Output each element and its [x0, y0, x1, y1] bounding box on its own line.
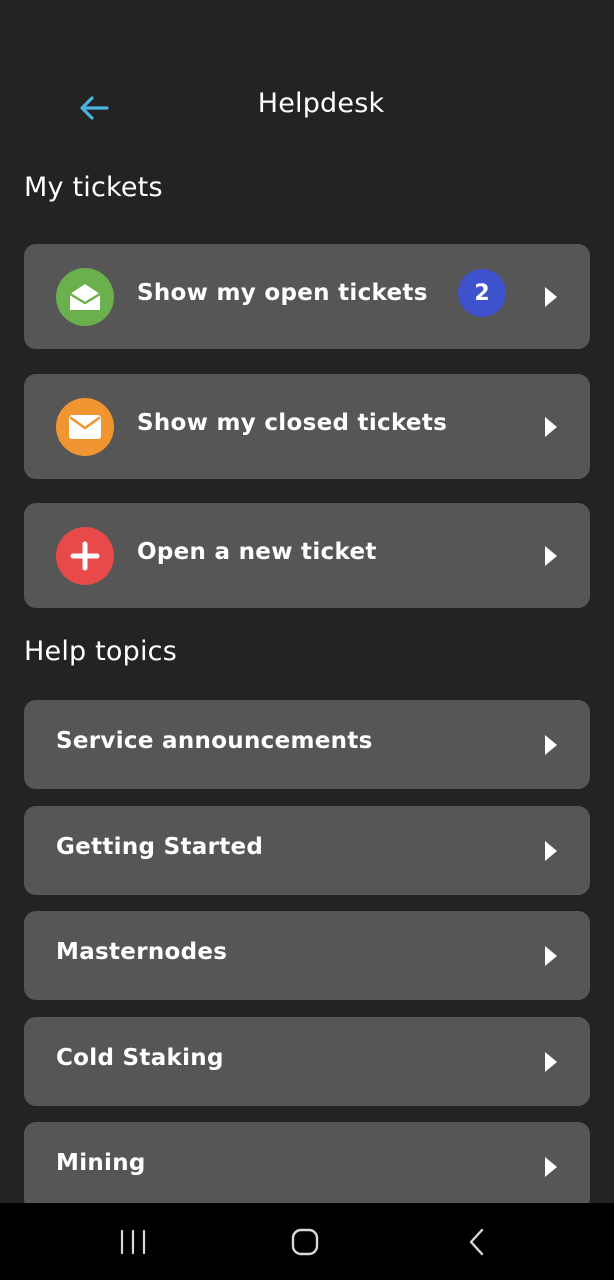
envelope-open-icon: [56, 268, 114, 326]
topic-service-announcements[interactable]: Service announcements: [24, 700, 590, 789]
topic-mining[interactable]: Mining: [24, 1122, 590, 1211]
new-ticket-button[interactable]: Open a new ticket: [24, 503, 590, 608]
open-tickets-count-badge: 2: [458, 269, 506, 317]
closed-tickets-button[interactable]: Show my closed tickets: [24, 374, 590, 479]
chevron-right-icon: [545, 546, 557, 566]
recent-apps-button[interactable]: [103, 1217, 163, 1267]
chevron-right-icon: [545, 946, 557, 966]
topic-label: Getting Started: [56, 834, 264, 860]
home-icon: [291, 1228, 319, 1256]
chevron-right-icon: [545, 287, 557, 307]
page-title: Helpdesk: [257, 88, 385, 119]
topic-label: Cold Staking: [56, 1045, 224, 1071]
system-nav-bar: [0, 1203, 614, 1280]
my-tickets-heading: My tickets: [24, 172, 163, 203]
system-back-button[interactable]: [447, 1217, 507, 1267]
back-icon: [469, 1228, 484, 1256]
home-button[interactable]: [275, 1217, 335, 1267]
help-topics-heading: Help topics: [24, 636, 177, 667]
chevron-right-icon: [545, 841, 557, 861]
closed-tickets-label: Show my closed tickets: [137, 410, 448, 436]
topic-masternodes[interactable]: Masternodes: [24, 911, 590, 1000]
chevron-right-icon: [545, 417, 557, 437]
topic-label: Masternodes: [56, 939, 228, 965]
open-tickets-label: Show my open tickets: [137, 280, 428, 306]
topic-label: Service announcements: [56, 728, 373, 754]
chevron-right-icon: [545, 1052, 557, 1072]
topic-getting-started[interactable]: Getting Started: [24, 806, 590, 895]
open-tickets-button[interactable]: Show my open tickets 2: [24, 244, 590, 349]
chevron-right-icon: [545, 1157, 557, 1177]
new-ticket-label: Open a new ticket: [137, 539, 377, 565]
app-header: Helpdesk: [0, 72, 614, 140]
topic-cold-staking[interactable]: Cold Staking: [24, 1017, 590, 1106]
envelope-icon: [56, 398, 114, 456]
plus-icon: [56, 527, 114, 585]
topic-label: Mining: [56, 1150, 146, 1176]
chevron-right-icon: [545, 735, 557, 755]
recent-apps-icon: [120, 1229, 146, 1255]
